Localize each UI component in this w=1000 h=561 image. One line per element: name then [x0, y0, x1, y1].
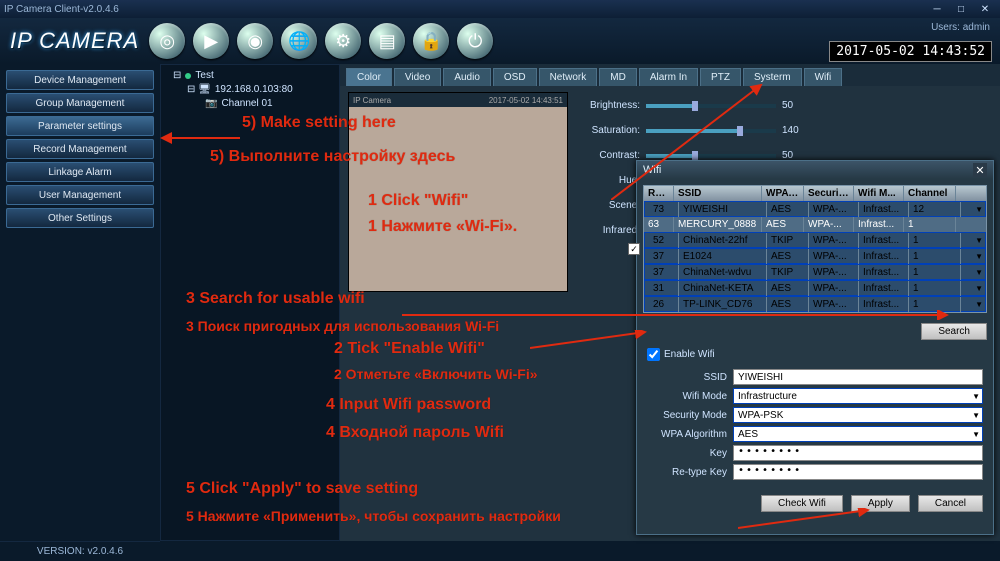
wifi-row[interactable]: 37E1024AESWPA-...Infrast...1	[644, 248, 986, 264]
ssid-input[interactable]	[733, 369, 983, 385]
col-ssid[interactable]: SSID	[674, 186, 762, 201]
sidebar-item-group[interactable]: Group Management	[6, 93, 154, 113]
mode-select[interactable]: Infrastructure	[733, 388, 983, 404]
toolbar-icons: ◎ ▶ ◉ 🌐 ⚙ ▤ 🔒 ⏻	[149, 23, 493, 59]
sidebar-item-record[interactable]: Record Management	[6, 139, 154, 159]
titlebar: IP Camera Client-v2.0.4.6 ─ □ ✕	[0, 0, 1000, 18]
rekey-label: Re-type Key	[647, 467, 727, 478]
tab-system[interactable]: Systerm	[743, 68, 802, 86]
main-panel: Color Video Audio OSD Network MD Alarm I…	[340, 64, 1000, 541]
sidebar-item-linkage[interactable]: Linkage Alarm	[6, 162, 154, 182]
col-mode[interactable]: Wifi M...	[854, 186, 904, 201]
contrast-label: Contrast:	[580, 150, 640, 161]
wifi-dialog-header[interactable]: Wifi ✕	[637, 161, 993, 179]
wifi-row[interactable]: 31ChinaNet-KETAAESWPA-...Infrast...1	[644, 280, 986, 296]
rekey-input[interactable]: ••••••••	[733, 464, 983, 480]
brightness-value: 50	[782, 100, 793, 111]
version-footer: VERSION: v2.0.4.6	[0, 541, 160, 561]
globe-icon[interactable]: 🌐	[281, 23, 317, 59]
logo-text: IP CAMERA	[10, 28, 139, 54]
preview-ts: 2017-05-02 14:43:51	[489, 96, 563, 105]
user-line: Users: admin	[931, 22, 990, 33]
enable-wifi-label: Enable Wifi	[664, 349, 715, 360]
tab-video[interactable]: Video	[394, 68, 441, 86]
play-icon[interactable]: ▶	[193, 23, 229, 59]
wifi-row[interactable]: 52ChinaNet-22hfTKIPWPA-...Infrast...1	[644, 232, 986, 248]
col-sec[interactable]: Securit...	[804, 186, 854, 201]
col-rssi[interactable]: RSSI	[644, 186, 674, 201]
wifi-dialog: Wifi ✕ ✓ RSSI SSID WPA A... Securit... W…	[636, 160, 994, 535]
wifi-close-icon[interactable]: ✕	[973, 163, 987, 177]
brightness-label: Brightness:	[580, 100, 640, 111]
tab-osd[interactable]: OSD	[493, 68, 537, 86]
saturation-label: Saturation:	[580, 125, 640, 136]
sidebar-item-device[interactable]: Device Management	[6, 70, 154, 90]
infrared-label: Infrared:	[580, 225, 640, 236]
param-tabs: Color Video Audio OSD Network MD Alarm I…	[340, 64, 1000, 86]
mode-label: Wifi Mode	[647, 391, 727, 402]
wifi-row[interactable]: 63MERCURY_0888AESWPA-...Infrast...1	[644, 217, 986, 232]
key-label: Key	[647, 448, 727, 459]
power-icon[interactable]: ⏻	[457, 23, 493, 59]
wifi-row[interactable]: 73YIWEISHIAESWPA-...Infrast...12	[644, 201, 986, 217]
window-title: IP Camera Client-v2.0.4.6	[4, 4, 119, 15]
sidebar-item-parameter[interactable]: Parameter settings	[6, 116, 154, 136]
contrast-slider[interactable]	[646, 154, 776, 158]
minimize-button[interactable]: ─	[926, 2, 948, 16]
sec-label: Security Mode	[647, 410, 727, 421]
tab-md[interactable]: MD	[599, 68, 637, 86]
wifi-table[interactable]: ✓ RSSI SSID WPA A... Securit... Wifi M..…	[643, 185, 987, 313]
tree-root[interactable]: ⊟ Test	[165, 69, 335, 83]
tab-network[interactable]: Network	[539, 68, 598, 86]
cam-icon[interactable]: ◎	[149, 23, 185, 59]
tab-alarm[interactable]: Alarm In	[639, 68, 698, 86]
wifi-dialog-title: Wifi	[643, 164, 661, 176]
cancel-button[interactable]: Cancel	[918, 495, 983, 512]
status-dot-icon	[185, 73, 191, 79]
wifi-row[interactable]: 26TP-LINK_CD76AESWPA-...Infrast...1	[644, 296, 986, 312]
sidebar-item-other[interactable]: Other Settings	[6, 208, 154, 228]
sidebar-item-user[interactable]: User Management	[6, 185, 154, 205]
saturation-value: 140	[782, 125, 799, 136]
tab-audio[interactable]: Audio	[443, 68, 491, 86]
col-chan[interactable]: Channel	[904, 186, 956, 201]
wifi-table-row-checkbox[interactable]: ✓	[628, 243, 640, 255]
brightness-slider[interactable]	[646, 104, 776, 108]
wifi-form: Enable Wifi SSID Wifi Mode Infrastructure…	[637, 344, 993, 489]
tab-color[interactable]: Color	[346, 68, 392, 86]
col-wpa[interactable]: WPA A...	[762, 186, 804, 201]
algo-select[interactable]: AES	[733, 426, 983, 442]
hue-label: Hue:	[580, 175, 640, 186]
close-button[interactable]: ✕	[974, 2, 996, 16]
tab-wifi[interactable]: Wifi	[804, 68, 843, 86]
tree-ip[interactable]: ⊟ 🖥 192.168.0.103:80	[165, 83, 335, 97]
header: IP CAMERA ◎ ▶ ◉ 🌐 ⚙ ▤ 🔒 ⏻ Users: admin 2…	[0, 18, 1000, 64]
ssid-label: SSID	[647, 372, 727, 383]
enable-wifi-checkbox[interactable]	[647, 348, 660, 361]
sidebar: Device Management Group Management Param…	[0, 64, 160, 541]
scene-label: Scene:	[580, 200, 640, 211]
clock: 2017-05-02 14:43:52	[829, 41, 992, 62]
search-button[interactable]: Search	[921, 323, 987, 340]
gear-icon[interactable]: ⚙	[325, 23, 361, 59]
preview-frame: IP Camera 2017-05-02 14:43:51	[348, 92, 568, 292]
wifi-row[interactable]: 37ChinaNet-wdvuTKIPWPA-...Infrast...1	[644, 264, 986, 280]
preview-name: IP Camera	[353, 96, 391, 105]
device-tree[interactable]: ⊟ Test ⊟ 🖥 192.168.0.103:80 📷 Channel 01	[160, 64, 340, 541]
tab-ptz[interactable]: PTZ	[700, 68, 741, 86]
sec-select[interactable]: WPA-PSK	[733, 407, 983, 423]
tree-channel[interactable]: 📷 Channel 01	[165, 97, 335, 111]
check-wifi-button[interactable]: Check Wifi	[761, 495, 843, 512]
apply-button[interactable]: Apply	[851, 495, 910, 512]
lock-icon[interactable]: 🔒	[413, 23, 449, 59]
log-icon[interactable]: ▤	[369, 23, 405, 59]
saturation-slider[interactable]	[646, 129, 776, 133]
key-input[interactable]: ••••••••	[733, 445, 983, 461]
maximize-button[interactable]: □	[950, 2, 972, 16]
algo-label: WPA Algorithm	[647, 429, 727, 440]
record-icon[interactable]: ◉	[237, 23, 273, 59]
